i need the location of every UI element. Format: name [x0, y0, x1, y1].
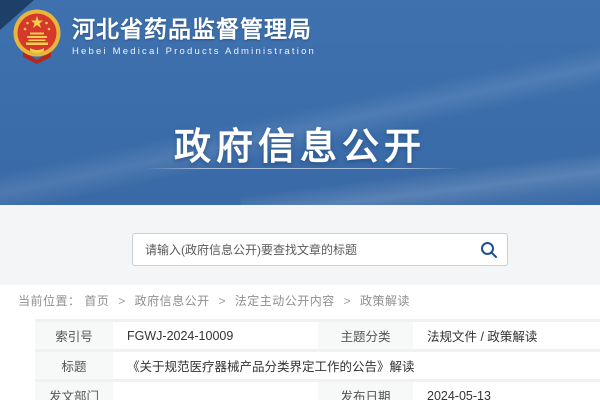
- search-button[interactable]: [471, 234, 507, 265]
- breadcrumb-item-gov-info[interactable]: 政府信息公开: [135, 294, 210, 308]
- breadcrumb-separator: >: [118, 294, 126, 308]
- table-row: 标题 《关于规范医疗器械产品分类界定工作的公告》解读: [35, 352, 600, 379]
- search-input[interactable]: [133, 243, 471, 257]
- title-value: 《关于规范医疗器械产品分类界定工作的公告》解读: [113, 352, 600, 379]
- org-name-block: 河北省药品监督管理局 Hebei Medical Products Admini…: [72, 15, 316, 58]
- breadcrumb-item-policy-interpretation[interactable]: 政策解读: [360, 294, 410, 308]
- site-logo-link[interactable]: 河北省药品监督管理局 Hebei Medical Products Admini…: [12, 8, 316, 64]
- banner-divider: [145, 168, 460, 169]
- issuing-department-label: 发文部门: [35, 382, 113, 400]
- title-label: 标题: [35, 352, 113, 379]
- topic-category-label: 主题分类: [318, 322, 413, 349]
- banner-wave-decoration: [0, 168, 600, 205]
- breadcrumb-item-home[interactable]: 首页: [84, 294, 109, 308]
- org-name-en: Hebei Medical Products Administration: [72, 46, 316, 58]
- publish-date-label: 发布日期: [318, 382, 413, 400]
- topic-category-value: 法规文件 / 政策解读: [413, 322, 600, 349]
- breadcrumb-separator: >: [218, 294, 226, 308]
- table-row: 索引号 FGWJ-2024-10009 主题分类 法规文件 / 政策解读: [35, 322, 600, 349]
- search-section: [0, 205, 600, 285]
- issuing-department-value: [113, 382, 318, 400]
- org-name-cn: 河北省药品监督管理局: [72, 15, 316, 43]
- document-info-table: 索引号 FGWJ-2024-10009 主题分类 法规文件 / 政策解读 标题 …: [35, 319, 600, 400]
- breadcrumb-separator: >: [344, 294, 352, 308]
- index-number-value: FGWJ-2024-10009: [113, 322, 318, 349]
- table-row: 发文部门 发布日期 2024-05-13: [35, 382, 600, 400]
- search-box: [132, 233, 508, 266]
- search-icon: [479, 240, 499, 260]
- breadcrumb-label: 当前位置：: [18, 294, 81, 308]
- page-banner: 河北省药品监督管理局 Hebei Medical Products Admini…: [0, 0, 600, 205]
- banner-title: 政府信息公开: [0, 116, 600, 170]
- breadcrumb: 当前位置： 首页 > 政府信息公开 > 法定主动公开内容 > 政策解读: [18, 292, 410, 309]
- publish-date-value: 2024-05-13: [413, 382, 600, 400]
- national-emblem-icon: [12, 8, 62, 64]
- index-number-label: 索引号: [35, 322, 113, 349]
- breadcrumb-item-statutory-disclosure[interactable]: 法定主动公开内容: [235, 294, 335, 308]
